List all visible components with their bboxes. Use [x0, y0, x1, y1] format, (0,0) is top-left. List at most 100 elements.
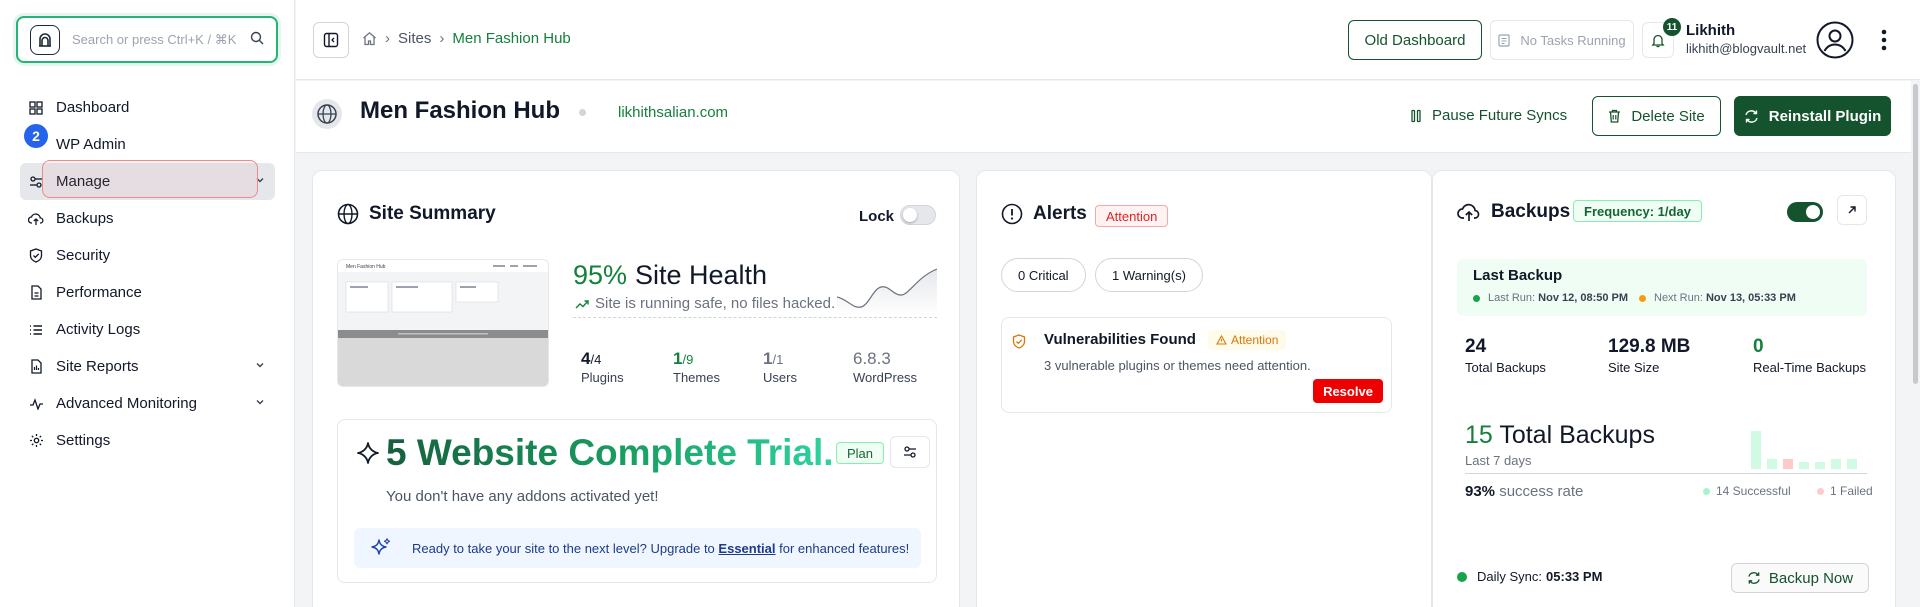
vulnerability-description: 3 vulnerable plugins or themes need atte… [1044, 358, 1311, 373]
themes-stat[interactable]: 1/9 Themes [673, 349, 720, 385]
cloud-upload-icon [28, 211, 44, 227]
frequency-badge: Frequency: 1/day [1573, 200, 1702, 222]
warnings-filter-pill[interactable]: 1 Warning(s) [1095, 258, 1203, 292]
legend-failed: 1 Failed [1817, 484, 1873, 498]
backups-toggle[interactable] [1787, 202, 1823, 222]
open-backups-button[interactable] [1837, 195, 1867, 225]
essential-upgrade-link[interactable]: Essential [718, 541, 775, 556]
wordpress-version-stat[interactable]: 6.8.3 WordPress [853, 349, 917, 385]
sidebar-item-performance[interactable]: Performance [20, 274, 275, 311]
sidebar-item-activity-logs[interactable]: Activity Logs [20, 311, 275, 348]
success-rate-label: success rate [1499, 483, 1584, 500]
wordpress-version: 6.8.3 [853, 349, 891, 368]
alerts-title: Alerts [1001, 203, 1087, 225]
last-run: Last Run: Nov 12, 08:50 PM [1473, 292, 1628, 304]
home-icon[interactable] [362, 31, 377, 46]
no-addons-text: You don't have any addons activated yet! [386, 488, 659, 505]
chart-bar [1783, 459, 1793, 469]
site-size-value: 129.8 MB [1608, 336, 1691, 357]
breadcrumb-current[interactable]: Men Fashion Hub [452, 30, 570, 47]
sidebar-item-label: Dashboard [56, 99, 130, 116]
sidebar-item-label: Activity Logs [56, 321, 141, 338]
backup-now-button[interactable]: Backup Now [1731, 563, 1869, 593]
plan-badge[interactable]: Plan [836, 442, 885, 464]
site-health-status-text: Site is running safe, no files hacked. [595, 295, 836, 312]
daily-sync-time: 05:33 PM [1546, 569, 1603, 584]
trash-icon [1608, 109, 1621, 123]
search-icon[interactable] [250, 31, 264, 45]
search-box[interactable] [16, 16, 278, 63]
page-title: Men Fashion Hub [360, 97, 560, 124]
critical-filter-pill[interactable]: 0 Critical [1001, 258, 1086, 292]
sidebar-item-manage[interactable]: Manage [20, 163, 275, 200]
breadcrumb: › Sites › Men Fashion Hub [362, 30, 571, 47]
backups-title: Backups [1457, 201, 1570, 223]
scrollbar-thumb[interactable] [1913, 84, 1918, 384]
activity-icon [28, 396, 44, 412]
toggle-knob [903, 208, 917, 222]
sidebar-item-site-reports[interactable]: Site Reports [20, 348, 275, 385]
next-run: Next Run: Nov 13, 05:33 PM [1639, 292, 1796, 304]
next-run-value: Nov 13, 05:33 PM [1705, 292, 1796, 304]
sidebar-item-wp-admin[interactable]: WP Admin [20, 126, 275, 163]
vulnerability-tag-label: Attention [1231, 333, 1279, 347]
plugins-stat[interactable]: 4/4 Plugins [581, 349, 624, 385]
site-thumbnail[interactable]: Men Fashion Hub [337, 259, 549, 387]
list-icon [28, 322, 44, 338]
site-health-percent: 95% [573, 260, 628, 290]
sidebar-item-label: Backups [56, 210, 114, 227]
user-email: likhith@blogvault.net [1686, 41, 1807, 56]
bell-icon [1651, 34, 1665, 47]
last-backup-panel: Last Backup Last Run: Nov 12, 08:50 PM N… [1457, 259, 1867, 316]
user-info[interactable]: Likhith likhith@blogvault.net [1686, 22, 1806, 56]
step-badge: 2 [24, 124, 48, 148]
weekly-backups-count: 15 [1465, 421, 1493, 449]
divider [1465, 473, 1867, 474]
users-stat[interactable]: 1/1 Users [763, 349, 797, 385]
chevron-down-icon[interactable] [255, 397, 265, 407]
delete-site-button[interactable]: Delete Site [1592, 96, 1721, 136]
dashboard-grid-icon [28, 100, 44, 116]
collapse-sidebar-button[interactable] [313, 22, 349, 58]
resolve-button[interactable]: Resolve [1313, 379, 1383, 403]
sync-status-dot [1457, 571, 1467, 582]
lock-toggle[interactable] [900, 205, 936, 225]
addons-settings-button[interactable] [890, 436, 930, 468]
sidebar-item-security[interactable]: Security [20, 237, 275, 274]
shield-check-icon [28, 248, 44, 264]
chevron-down-icon[interactable] [255, 360, 265, 370]
site-url-link[interactable]: likhithsalian.com [618, 104, 728, 121]
avatar[interactable] [1816, 21, 1854, 59]
tasks-icon [1498, 33, 1510, 47]
legend-successful: 14 Successful [1703, 484, 1791, 498]
vulnerability-title: Vulnerabilities Found [1044, 331, 1196, 348]
realtime-backups-label: Real-Time Backups [1753, 360, 1866, 375]
top-bar: › Sites › Men Fashion Hub Old Dashboard … [296, 0, 1920, 80]
sidebar-item-label: Settings [56, 432, 111, 449]
pause-syncs-button[interactable]: Pause Future Syncs [1410, 107, 1567, 124]
tasks-status[interactable]: No Tasks Running [1490, 20, 1634, 60]
sidebar-item-label: Site Reports [56, 358, 139, 375]
chevron-down-icon[interactable] [255, 175, 265, 185]
vulnerability-alert: Vulnerabilities Found Attention 3 vulner… [1001, 317, 1392, 413]
document-icon [28, 285, 44, 301]
sidebar-toggle-icon [323, 32, 339, 48]
sidebar-item-dashboard[interactable]: Dashboard [20, 89, 275, 126]
sliders-icon [904, 446, 916, 458]
site-header: Men Fashion Hub likhithsalian.com Pause … [296, 81, 1920, 153]
more-options-icon[interactable] [1881, 29, 1887, 51]
sidebar-item-advanced-monitoring[interactable]: Advanced Monitoring [20, 385, 275, 422]
breadcrumb-sites[interactable]: Sites [398, 30, 431, 47]
sidebar-item-label: Manage [56, 173, 111, 190]
sparkle-icon [356, 441, 380, 465]
chart-bar [1767, 459, 1777, 469]
search-input[interactable] [72, 32, 242, 47]
users-total: /1 [772, 352, 784, 367]
sidebar-item-backups[interactable]: Backups [20, 200, 275, 237]
old-dashboard-button[interactable]: Old Dashboard [1348, 20, 1482, 60]
reinstall-plugin-label: Reinstall Plugin [1768, 107, 1882, 125]
sidebar-item-settings[interactable]: Settings [20, 422, 275, 459]
reinstall-plugin-button[interactable]: Reinstall Plugin [1734, 96, 1891, 136]
pause-icon [1410, 109, 1422, 123]
success-rate-value: 93% [1465, 483, 1496, 500]
